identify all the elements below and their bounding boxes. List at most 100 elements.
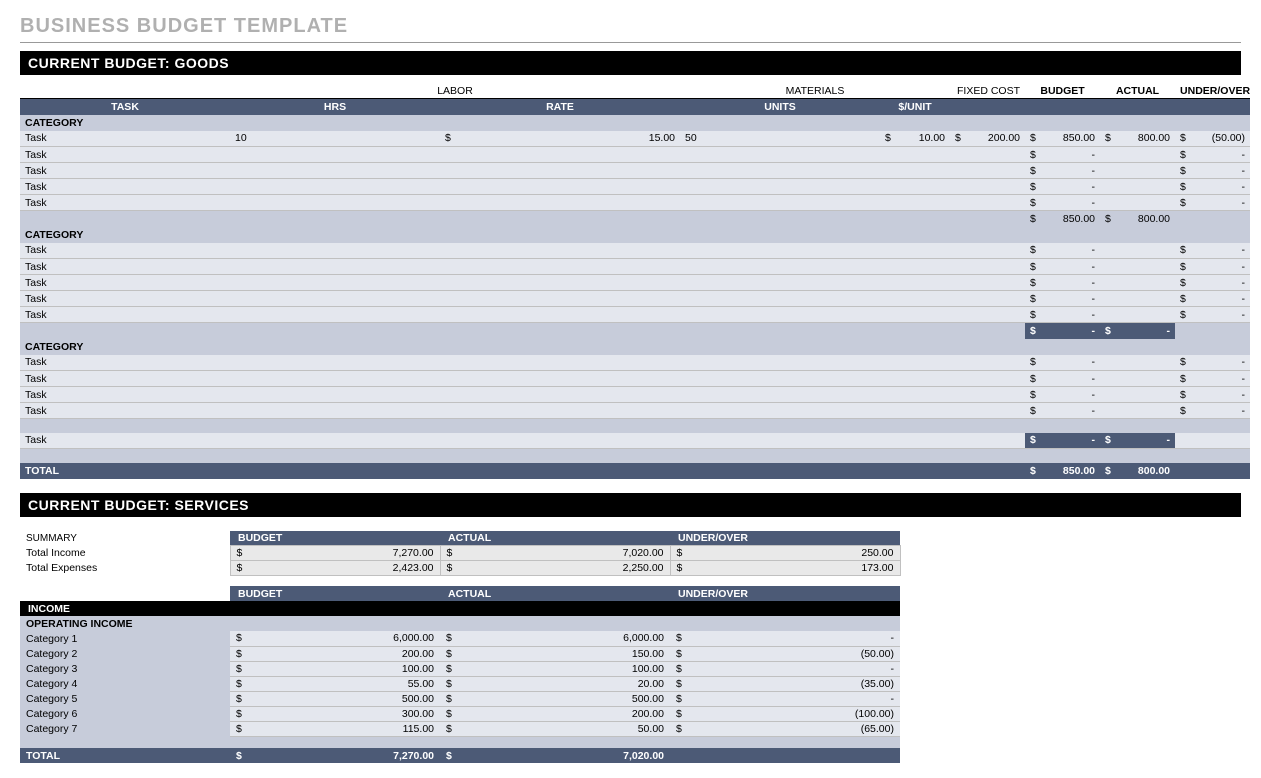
uo-cell: $- (1175, 163, 1250, 179)
uo-cell: $- (1175, 355, 1250, 371)
actual-cell[interactable]: $200.00 (440, 706, 670, 721)
val: 250.00 (861, 547, 893, 559)
income-row[interactable]: Category 5$500.00$500.00$- (20, 691, 900, 706)
total-row: TOTAL $850.00 $800.00 (20, 463, 1250, 479)
budget-cell[interactable]: $500.00 (230, 691, 440, 706)
uo-cell: $- (1175, 243, 1250, 259)
val: 173.00 (861, 562, 893, 574)
table-row[interactable]: Task$-$- (20, 433, 1250, 449)
income-row[interactable]: Category 7$115.00$50.00$(65.00) (20, 721, 900, 736)
cat-cell: Category 6 (20, 706, 230, 721)
cat-cell: Category 5 (20, 691, 230, 706)
rate-cell[interactable]: $15.00 (440, 131, 680, 147)
table-row[interactable]: Task$-$- (20, 307, 1250, 323)
hrs-cell[interactable]: 10 (230, 131, 440, 147)
table-row[interactable]: Task$-$- (20, 147, 1250, 163)
services-section-header: CURRENT BUDGET: SERVICES (20, 493, 1241, 517)
goods-table: LABOR MATERIALS FIXED COST BUDGET ACTUAL… (20, 75, 1250, 479)
budget-cell[interactable]: $55.00 (230, 676, 440, 691)
group-header-row: LABOR MATERIALS FIXED COST BUDGET ACTUAL… (20, 75, 1250, 99)
table-row[interactable]: Task$-$- (20, 371, 1250, 387)
column-header-row: TASK HRS RATE UNITS $/UNIT (20, 99, 1250, 115)
perunit-col: $/UNIT (880, 99, 950, 115)
uo-cell: $- (1175, 371, 1250, 387)
income-row[interactable]: Category 1$6,000.00$6,000.00$- (20, 631, 900, 646)
cat-cell: Category 7 (20, 721, 230, 736)
task-cell: Task (20, 433, 230, 449)
cat-cell: Category 1 (20, 631, 230, 646)
budget-cell: $- (1025, 147, 1100, 163)
uo-cell: $- (1175, 195, 1250, 211)
table-row[interactable]: Task$-$- (20, 179, 1250, 195)
task-cell: Task (20, 355, 230, 371)
task-cell: Task (20, 195, 230, 211)
val: 2,423.00 (393, 562, 434, 574)
sub-budget: $- (1025, 433, 1100, 449)
gap-row (20, 419, 1250, 433)
budget-cell[interactable]: $6,000.00 (230, 631, 440, 646)
title-divider (20, 42, 1241, 43)
row-label: Total Expenses (20, 561, 230, 576)
uo-cell: $(50.00) (1175, 131, 1250, 147)
fixed-cell[interactable]: $200.00 (950, 131, 1025, 147)
uo-cell: $- (1175, 291, 1250, 307)
actual-cell[interactable]: $500.00 (440, 691, 670, 706)
category-row: CATEGORY (20, 227, 1250, 243)
income-row[interactable]: Category 4$55.00$20.00$(35.00) (20, 676, 900, 691)
table-row[interactable]: Task$-$- (20, 403, 1250, 419)
summary-expenses-row: Total Expenses $2,423.00 $2,250.00 $173.… (20, 561, 900, 576)
hrs-col: HRS (230, 99, 440, 115)
actual-cell[interactable]: $50.00 (440, 721, 670, 736)
task-cell: Task (20, 275, 230, 291)
val: 2,250.00 (623, 562, 664, 574)
budget-cell[interactable]: $200.00 (230, 646, 440, 661)
category-row: CATEGORY (20, 339, 1250, 355)
table-row[interactable]: Task $- $- (20, 163, 1250, 179)
table-row[interactable]: Task$-$- (20, 355, 1250, 371)
task-cell: Task (20, 179, 230, 195)
task-cell: Task (20, 163, 230, 179)
income-row[interactable]: Category 3$100.00$100.00$- (20, 661, 900, 676)
category-label: CATEGORY (20, 339, 230, 355)
gap-row (20, 449, 1250, 463)
table-row[interactable]: Task$-$- (20, 195, 1250, 211)
budget-cell[interactable]: $100.00 (230, 661, 440, 676)
budget-col: BUDGET (230, 586, 440, 601)
row-label: Total Income (20, 546, 230, 561)
val: 7,270.00 (393, 750, 434, 762)
uo-cell: $(65.00) (670, 721, 900, 736)
table-row[interactable]: Task$-$- (20, 259, 1250, 275)
units-cell[interactable]: 50 (680, 131, 880, 147)
actual-cell[interactable]: $800.00 (1100, 131, 1175, 147)
sub-actual: $- (1100, 323, 1175, 339)
budget-cell: $- (1025, 163, 1100, 179)
uo-cell: $(100.00) (670, 706, 900, 721)
income-row[interactable]: Category 2$200.00$150.00$(50.00) (20, 646, 900, 661)
budget-cell[interactable]: $115.00 (230, 721, 440, 736)
category-row: CATEGORY (20, 115, 1250, 131)
fixed-group: FIXED COST (950, 75, 1025, 99)
uo-cell: $- (1175, 403, 1250, 419)
actual-cell[interactable]: $100.00 (440, 661, 670, 676)
table-row[interactable]: Task$-$- (20, 275, 1250, 291)
summary-table: SUMMARY BUDGET ACTUAL UNDER/OVER Total I… (20, 531, 901, 577)
budget-cell: $- (1025, 371, 1100, 387)
task-cell: Task (20, 387, 230, 403)
income-row[interactable]: Category 6$300.00$200.00$(100.00) (20, 706, 900, 721)
budget-cell: $- (1025, 403, 1100, 419)
subtotal-row: $850.00$800.00 (20, 211, 1250, 227)
actual-cell[interactable]: $150.00 (440, 646, 670, 661)
table-row[interactable]: Task$-$- (20, 387, 1250, 403)
actual-cell[interactable]: $6,000.00 (440, 631, 670, 646)
perunit-cell[interactable]: $10.00 (880, 131, 950, 147)
actual-col: ACTUAL (440, 531, 670, 546)
budget-cell[interactable]: $300.00 (230, 706, 440, 721)
actual-cell[interactable]: $20.00 (440, 676, 670, 691)
total-label: TOTAL (20, 463, 230, 479)
materials-group: MATERIALS (680, 75, 950, 99)
uo-cell: $- (1175, 259, 1250, 275)
table-row[interactable]: Task$-$- (20, 291, 1250, 307)
table-row[interactable]: Task$-$- (20, 243, 1250, 259)
uo-cell: $- (670, 691, 900, 706)
table-row[interactable]: Task 10 $15.00 50 $10.00 $200.00 $850.00… (20, 131, 1250, 147)
